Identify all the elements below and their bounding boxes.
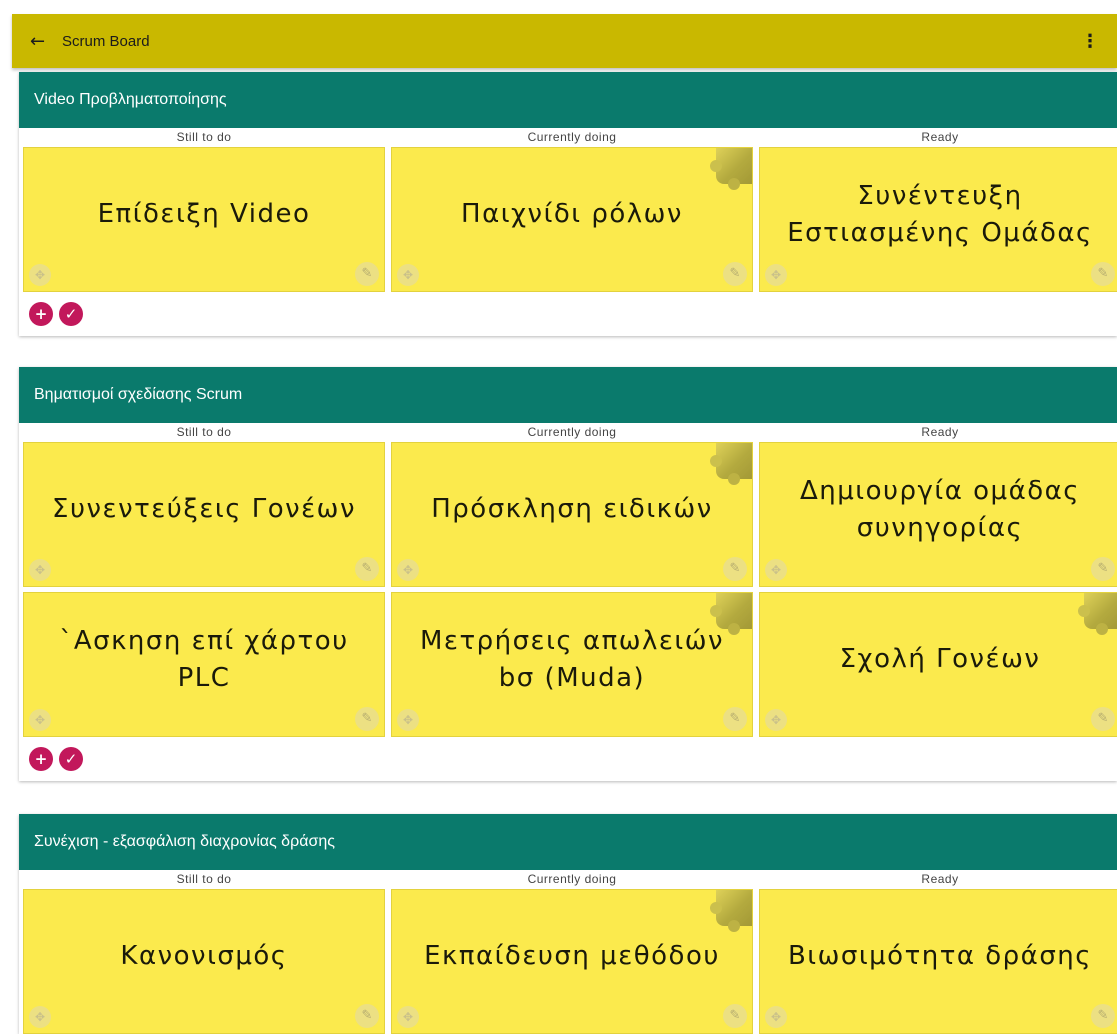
notes-grid: Επίδειξη Video ✥ ✎ Παιχνίδι ρόλων ✥ ✎ Συ…: [19, 147, 1117, 292]
column-header-currently-doing: Currently doing: [527, 130, 617, 144]
sticky-note[interactable]: Κανονισμός ✥ ✎: [23, 889, 385, 1034]
drag-move-icon[interactable]: ✥: [397, 709, 419, 731]
drag-move-icon[interactable]: ✥: [29, 264, 51, 286]
swimlane: Video Προβληματοποίησης Still to do Curr…: [19, 72, 1117, 336]
note-text: `Ασκηση επί χάρτου PLC: [59, 626, 349, 693]
sticky-note[interactable]: `Ασκηση επί χάρτου PLC ✥ ✎: [23, 592, 385, 737]
lane-actions: + ✓: [19, 737, 1117, 781]
puzzle-attachment-icon[interactable]: [710, 443, 752, 485]
note-text: Δημιουργία ομάδας συνηγορίας: [799, 476, 1081, 543]
pencil-edit-icon[interactable]: ✎: [355, 707, 379, 731]
sticky-note[interactable]: Βιωσιμότητα δράσης ✥ ✎: [759, 889, 1117, 1034]
note-text: Επίδειξη Video: [97, 199, 311, 230]
note-text: Βιωσιμότητα δράσης: [787, 941, 1093, 972]
pencil-edit-icon[interactable]: ✎: [1091, 707, 1115, 731]
drag-move-icon[interactable]: ✥: [765, 1006, 787, 1028]
pencil-edit-icon[interactable]: ✎: [1091, 262, 1115, 286]
notes-grid: Κανονισμός ✥ ✎ Εκπαίδευση μεθόδου ✥ ✎ Βι…: [19, 889, 1117, 1034]
swimlane: Συνέχιση - εξασφάλιση διαχρονίας δράσης …: [19, 814, 1117, 1034]
add-note-button[interactable]: +: [29, 302, 53, 326]
note-text: Συνέντευξη Εστιασμένης Ομάδας: [787, 181, 1093, 248]
puzzle-attachment-icon[interactable]: [710, 890, 752, 932]
drag-move-icon[interactable]: ✥: [765, 264, 787, 286]
pencil-edit-icon[interactable]: ✎: [723, 707, 747, 731]
column-header-currently-doing: Currently doing: [527, 425, 617, 439]
column-header-currently-doing: Currently doing: [527, 872, 617, 886]
sticky-note[interactable]: Σχολή Γονέων ✥ ✎: [759, 592, 1117, 737]
swimlane-title: Συνέχιση - εξασφάλιση διαχρονίας δράσης: [19, 814, 1117, 870]
lane-actions: + ✓: [19, 292, 1117, 336]
add-note-button[interactable]: +: [29, 747, 53, 771]
drag-move-icon[interactable]: ✥: [397, 1006, 419, 1028]
back-arrow-icon[interactable]: ←: [30, 31, 56, 52]
note-text: Σχολή Γονέων: [839, 644, 1041, 675]
app-bar: ← Scrum Board ⋮: [12, 14, 1117, 68]
note-text: Μετρήσεις απωλειών bσ (Muda): [419, 626, 725, 693]
pencil-edit-icon[interactable]: ✎: [723, 262, 747, 286]
note-text: Κανονισμός: [120, 941, 288, 972]
column-headers: Still to do Currently doing Ready: [19, 870, 1117, 889]
sticky-note[interactable]: Παιχνίδι ρόλων ✥ ✎: [391, 147, 753, 292]
pencil-edit-icon[interactable]: ✎: [1091, 1004, 1115, 1028]
drag-move-icon[interactable]: ✥: [765, 559, 787, 581]
column-header-ready: Ready: [921, 872, 959, 886]
column-headers: Still to do Currently doing Ready: [19, 423, 1117, 442]
sticky-note[interactable]: Πρόσκληση ειδικών ✥ ✎: [391, 442, 753, 587]
pencil-edit-icon[interactable]: ✎: [723, 1004, 747, 1028]
swimlane-title: Βηματισμοί σχεδίασης Scrum: [19, 367, 1117, 423]
column-header-still-to-do: Still to do: [176, 130, 232, 144]
note-text: Εκπαίδευση μεθόδου: [424, 941, 720, 972]
sticky-note[interactable]: Συνέντευξη Εστιασμένης Ομάδας ✥ ✎: [759, 147, 1117, 292]
column-headers: Still to do Currently doing Ready: [19, 128, 1117, 147]
sticky-note[interactable]: Εκπαίδευση μεθόδου ✥ ✎: [391, 889, 753, 1034]
sticky-note[interactable]: Επίδειξη Video ✥ ✎: [23, 147, 385, 292]
column-header-ready: Ready: [921, 425, 959, 439]
pencil-edit-icon[interactable]: ✎: [723, 557, 747, 581]
check-done-button[interactable]: ✓: [59, 302, 83, 326]
drag-move-icon[interactable]: ✥: [397, 264, 419, 286]
app-title: Scrum Board: [62, 32, 150, 50]
column-header-ready: Ready: [921, 130, 959, 144]
swimlane: Βηματισμοί σχεδίασης Scrum Still to do C…: [19, 367, 1117, 781]
column-header-still-to-do: Still to do: [176, 872, 232, 886]
sticky-note[interactable]: Συνεντεύξεις Γονέων ✥ ✎: [23, 442, 385, 587]
pencil-edit-icon[interactable]: ✎: [355, 1004, 379, 1028]
swimlane-title: Video Προβληματοποίησης: [19, 72, 1117, 128]
note-text: Πρόσκληση ειδικών: [431, 494, 713, 525]
check-done-button[interactable]: ✓: [59, 747, 83, 771]
drag-move-icon[interactable]: ✥: [29, 709, 51, 731]
note-text: Παιχνίδι ρόλων: [461, 199, 683, 230]
drag-move-icon[interactable]: ✥: [29, 559, 51, 581]
more-vert-icon[interactable]: ⋮: [1075, 31, 1105, 52]
pencil-edit-icon[interactable]: ✎: [355, 557, 379, 581]
puzzle-attachment-icon[interactable]: [710, 148, 752, 190]
pencil-edit-icon[interactable]: ✎: [355, 262, 379, 286]
column-header-still-to-do: Still to do: [176, 425, 232, 439]
sticky-note[interactable]: Μετρήσεις απωλειών bσ (Muda) ✥ ✎: [391, 592, 753, 737]
drag-move-icon[interactable]: ✥: [29, 1006, 51, 1028]
drag-move-icon[interactable]: ✥: [397, 559, 419, 581]
pencil-edit-icon[interactable]: ✎: [1091, 557, 1115, 581]
drag-move-icon[interactable]: ✥: [765, 709, 787, 731]
note-text: Συνεντεύξεις Γονέων: [52, 494, 356, 525]
puzzle-attachment-icon[interactable]: [1078, 593, 1117, 635]
notes-grid: Συνεντεύξεις Γονέων ✥ ✎ Πρόσκληση ειδικώ…: [19, 442, 1117, 737]
sticky-note[interactable]: Δημιουργία ομάδας συνηγορίας ✥ ✎: [759, 442, 1117, 587]
